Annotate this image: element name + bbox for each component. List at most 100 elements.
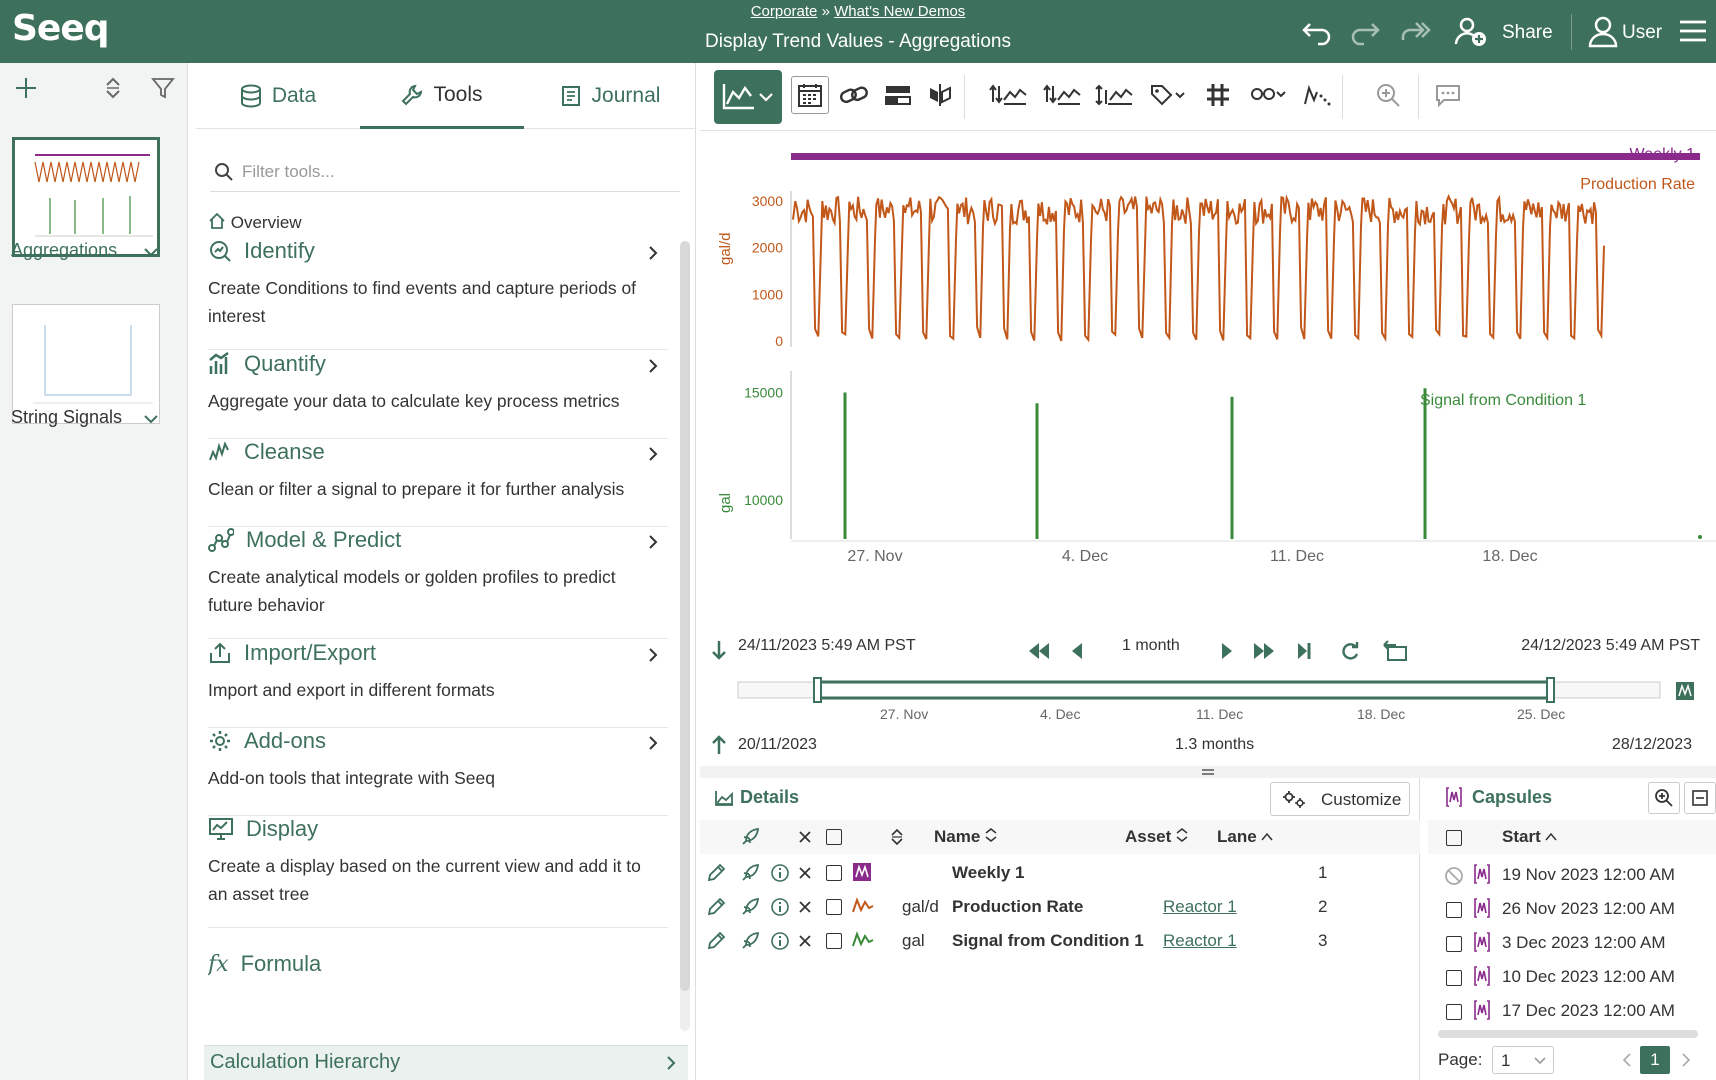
arrow-down-icon[interactable] xyxy=(710,639,728,661)
axis-scale-button[interactable] xyxy=(1092,73,1136,117)
tool-model-predict[interactable]: Model & Predict Create analytical models… xyxy=(208,527,668,639)
tool-identify[interactable]: Identify Create Conditions to find event… xyxy=(208,238,668,350)
capsule-row[interactable]: 3 Dec 2023 12:00 AM xyxy=(1428,926,1716,960)
column-start[interactable]: Start xyxy=(1502,827,1558,847)
capsule-row[interactable]: 17 Dec 2023 12:00 AM xyxy=(1428,994,1716,1028)
row-asset[interactable]: Reactor 1 xyxy=(1163,897,1237,917)
tools-scrollbar-thumb[interactable] xyxy=(680,241,690,991)
column-lane[interactable]: Lane xyxy=(1217,827,1273,847)
sort-icon[interactable] xyxy=(890,828,904,846)
column-name[interactable]: Name xyxy=(934,827,997,847)
investigate-range-duration[interactable]: 1.3 months xyxy=(1175,736,1254,754)
details-row[interactable]: gal/d Production Rate Reactor 1 2 xyxy=(700,890,1420,924)
tab-journal[interactable]: Journal xyxy=(524,63,696,129)
redo-icon[interactable] xyxy=(1348,14,1382,48)
next-page-icon[interactable] xyxy=(1680,1052,1692,1068)
rocket-icon[interactable] xyxy=(740,897,760,917)
rocket-icon[interactable] xyxy=(740,863,760,883)
trend-svg[interactable]: 3000200010000 1500010000 27. Nov 4. Dec 11… xyxy=(700,131,1716,631)
column-asset[interactable]: Asset xyxy=(1125,827,1188,847)
worksheet-label-aggregations[interactable]: Aggregations xyxy=(11,240,117,261)
tool-quantify[interactable]: Quantify Aggregate your data to calculat… xyxy=(208,351,668,439)
info-icon[interactable] xyxy=(770,897,790,917)
chain-view-button[interactable] xyxy=(832,73,876,117)
current-page-button[interactable]: 1 xyxy=(1640,1046,1670,1074)
investigate-range-end[interactable]: 28/12/2023 xyxy=(1612,736,1692,754)
tool-add-ons[interactable]: Add-ons Add-on tools that integrate with… xyxy=(208,728,668,816)
info-icon[interactable] xyxy=(770,863,790,883)
capsule-checkbox[interactable] xyxy=(1446,970,1462,986)
scatter-options-button[interactable] xyxy=(1296,73,1340,117)
chevron-down-icon[interactable] xyxy=(142,243,160,261)
labels-button[interactable] xyxy=(1146,73,1190,117)
add-worksheet-icon[interactable] xyxy=(13,75,39,101)
filter-icon[interactable] xyxy=(150,75,176,101)
lane-mode-button[interactable] xyxy=(986,73,1030,117)
tab-tools[interactable]: Tools xyxy=(360,63,524,129)
refresh-icon[interactable] xyxy=(1340,640,1360,662)
capsule-row[interactable]: 26 Nov 2023 12:00 AM xyxy=(1428,892,1716,926)
share-button[interactable]: Share xyxy=(1502,22,1553,44)
user-icon[interactable] xyxy=(1586,14,1620,48)
rocket-icon[interactable] xyxy=(740,931,760,951)
step-back-full-icon[interactable] xyxy=(1027,641,1051,661)
rocket-icon[interactable] xyxy=(740,827,760,847)
capsule-checkbox[interactable] xyxy=(1446,1004,1462,1020)
details-row[interactable]: gal Signal from Condition 1 Reactor 1 3 xyxy=(700,924,1420,958)
grid-toggle-button[interactable] xyxy=(1196,73,1240,117)
worksheet-label-string-signals[interactable]: String Signals xyxy=(11,407,122,428)
capsule-row[interactable]: 19 Nov 2023 12:00 AM xyxy=(1428,858,1716,892)
jump-to-now-icon[interactable] xyxy=(1296,641,1312,661)
tool-cleanse[interactable]: Cleanse Clean or filter a signal to prep… xyxy=(208,439,668,527)
forward-all-icon[interactable] xyxy=(1398,14,1432,48)
arrow-up-icon[interactable] xyxy=(710,734,728,756)
annotate-button[interactable] xyxy=(1426,73,1470,117)
edit-icon[interactable] xyxy=(706,863,726,883)
share-user-icon[interactable] xyxy=(1454,14,1488,48)
edit-icon[interactable] xyxy=(706,931,726,951)
hamburger-menu-icon[interactable] xyxy=(1676,14,1710,48)
row-checkbox[interactable] xyxy=(826,933,842,949)
calculation-hierarchy-bar[interactable]: Calculation Hierarchy xyxy=(204,1045,688,1080)
zoom-to-capsule-button[interactable] xyxy=(1648,782,1680,814)
breadcrumb-whats-new-demos[interactable]: What's New Demos xyxy=(834,3,965,20)
panel-resize-handle[interactable] xyxy=(700,766,1716,778)
user-menu-label[interactable]: User xyxy=(1622,22,1662,44)
compare-view-button[interactable] xyxy=(918,73,962,117)
row-checkbox[interactable] xyxy=(826,865,842,881)
close-icon[interactable] xyxy=(798,830,812,844)
display-range-end[interactable]: 24/12/2023 5:49 AM PST xyxy=(1521,637,1700,655)
remove-icon[interactable] xyxy=(798,934,812,948)
tab-data[interactable]: Data xyxy=(196,63,360,129)
remove-icon[interactable] xyxy=(798,866,812,880)
customize-button[interactable]: Customize xyxy=(1270,782,1410,816)
filter-tools-input[interactable]: Filter tools... xyxy=(210,154,680,192)
row-asset[interactable]: Reactor 1 xyxy=(1163,931,1237,951)
select-all-checkbox[interactable] xyxy=(826,829,842,845)
info-icon[interactable] xyxy=(770,931,790,951)
breadcrumb-corporate[interactable]: Corporate xyxy=(751,3,818,20)
display-duration[interactable]: 1 month xyxy=(1122,637,1180,655)
remove-icon[interactable] xyxy=(798,900,812,914)
capsule-view-button[interactable] xyxy=(876,73,920,117)
undo-icon[interactable] xyxy=(1300,14,1334,48)
sort-icon[interactable] xyxy=(100,75,126,101)
tool-formula[interactable]: fx Formula xyxy=(208,939,668,999)
collapse-capsules-button[interactable] xyxy=(1684,782,1716,814)
previous-page-icon[interactable] xyxy=(1621,1052,1633,1068)
calendar-view-button[interactable] xyxy=(791,76,829,114)
capsule-row[interactable]: 10 Dec 2023 12:00 AM xyxy=(1428,960,1716,994)
view-options-button[interactable] xyxy=(1246,73,1290,117)
tool-import-export[interactable]: Import/Export Import and export in diffe… xyxy=(208,640,668,728)
capsule-checkbox[interactable] xyxy=(1446,902,1462,918)
zoom-button[interactable] xyxy=(1366,73,1410,117)
step-back-icon[interactable] xyxy=(1070,641,1084,661)
row-checkbox[interactable] xyxy=(826,899,842,915)
edit-icon[interactable] xyxy=(706,897,726,917)
display-range-start[interactable]: 24/11/2023 5:49 AM PST xyxy=(738,637,916,655)
chevron-down-icon[interactable] xyxy=(142,410,160,428)
step-forward-full-icon[interactable] xyxy=(1252,641,1276,661)
overview-link[interactable]: Overview xyxy=(208,212,302,233)
clock-history-icon[interactable] xyxy=(1382,639,1408,663)
capsules-scrollbar[interactable] xyxy=(1438,1030,1698,1038)
